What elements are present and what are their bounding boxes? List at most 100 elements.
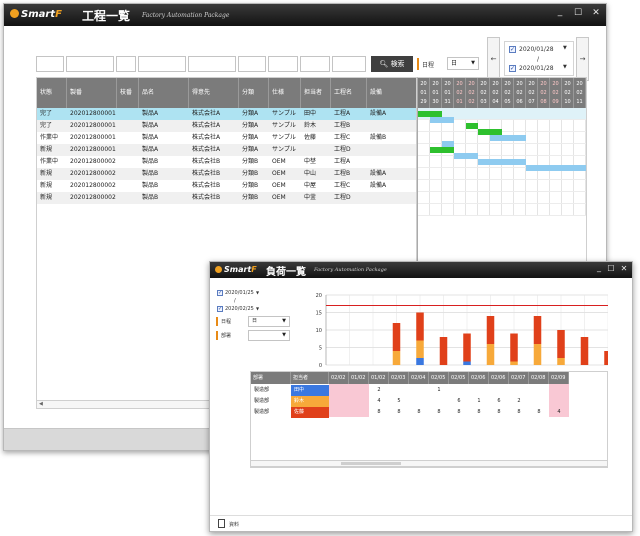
load-column-header[interactable]: 02/05 [429,372,449,384]
date-to-checkbox[interactable]: ✓ [509,65,516,72]
prev-period-button[interactable]: ← [487,37,500,81]
search-button[interactable]: 🔍︎ 検索 [371,56,413,72]
column-header[interactable]: 得意先 [189,78,239,108]
minimize-button[interactable]: _ [554,7,566,17]
load-column-header[interactable]: 02/07 [509,372,529,384]
table-row[interactable]: 新規 202012800002 製品B 株式会社B 分類B OEM 中釜 工程D [37,192,416,204]
chevron-down-icon[interactable]: ▼ [256,306,259,311]
gantt-date-part: 02 [576,90,583,96]
magnifier-icon: 🔍︎ [379,60,389,68]
filter-order-input[interactable] [66,56,114,72]
table-cell: 製品B [142,170,159,177]
filter-person-input[interactable] [300,56,330,72]
table-cell: 株式会社A [192,134,221,141]
table-cell [367,144,416,156]
table-row[interactable]: 完了 202012800001 製品A 株式会社A 分類A サンプル 鈴木 工程B [37,120,416,132]
gantt-bar[interactable] [526,165,586,171]
filter-process-input[interactable] [332,56,366,72]
date-from-checkbox[interactable]: ✓ [509,46,516,53]
column-header[interactable]: 製番 [67,78,117,108]
scroll-thumb[interactable] [341,462,401,465]
table-cell: 株式会社A [192,110,221,117]
load-column-header[interactable]: 担当者 [291,372,329,384]
column-header[interactable]: 工程名 [331,78,367,108]
filter-spec-input[interactable] [268,56,298,72]
gantt-bar[interactable] [490,135,526,141]
gantt-date-part: 02 [492,90,499,96]
date-to-checkbox[interactable]: ✓ [217,306,223,312]
close-button[interactable]: ✕ [590,8,602,18]
chevron-down-icon[interactable]: ▼ [563,45,567,51]
gantt-bar[interactable] [466,123,478,129]
load-column-header[interactable]: 01/02 [369,372,389,384]
gantt-bar[interactable] [454,153,478,159]
chevron-down-icon[interactable]: ▼ [256,290,259,295]
gantt-date-part: 20 [444,81,451,87]
filter-customer-input[interactable] [188,56,236,72]
table-cell: サンプル [272,122,296,129]
column-header[interactable]: 品名 [139,78,189,108]
date-from[interactable]: 2020/01/28 [519,46,554,53]
unit-select[interactable]: 日 ▼ [248,316,290,327]
dept-select[interactable]: ▼ [248,330,290,341]
load-column-header[interactable]: 02/05 [449,372,469,384]
gantt-bar[interactable] [478,159,526,165]
gantt-date-part: 02 [468,90,475,96]
column-header[interactable]: 分類 [239,78,269,108]
table-cell: 設備A [370,170,387,177]
document-icon[interactable] [218,519,225,528]
close-button[interactable]: ✕ [619,264,629,273]
column-header[interactable]: 設備 [367,78,416,108]
gantt-bar[interactable] [430,117,454,123]
load-horizontal-scrollbar[interactable] [250,460,608,467]
next-period-button[interactable]: → [576,37,589,81]
dept-cell: 製造部 [254,398,270,404]
gantt-bar[interactable] [430,147,454,153]
load-column-header[interactable]: 02/03 [389,372,409,384]
table-cell: 田中 [304,110,317,117]
column-header[interactable]: 担当者 [301,78,331,108]
chevron-down-icon: ▼ [282,332,286,338]
load-value-cell [529,396,549,407]
table-row[interactable]: 新規 202012800002 製品B 株式会社B 分類B OEM 中山 工程B 設備A [37,168,416,180]
filter-product-input[interactable] [138,56,186,72]
load-value-cell: 8 [497,409,501,415]
chevron-down-icon[interactable]: ▼ [563,64,567,70]
filter-branch-input[interactable] [116,56,136,72]
date-from-checkbox[interactable]: ✓ [217,290,223,296]
maximize-button[interactable]: ☐ [572,8,584,18]
filter-status-input[interactable] [36,56,64,72]
date-to[interactable]: 2020/02/25 [225,306,254,312]
load-column-header[interactable]: 02/04 [409,372,429,384]
load-column-header[interactable]: 02/02 [329,372,349,384]
table-cell: 202012800001 [70,122,116,129]
load-column-header[interactable]: 02/06 [469,372,489,384]
table-cell: 製品A [142,110,159,117]
column-header[interactable]: 仕様 [269,78,301,108]
column-header[interactable]: 枝番 [117,78,139,108]
date-to[interactable]: 2020/01/28 [519,65,554,72]
gantt-date-header: 20 02 01 [454,78,466,108]
load-column-header[interactable]: 02/09 [549,372,569,384]
table-cell [117,108,139,120]
maximize-button[interactable]: ☐ [606,264,616,273]
table-row[interactable]: 作業中 202012800001 製品A 株式会社A 分類A サンプル 佐藤 工程C 設備B [37,132,416,144]
load-column-header[interactable]: 01/02 [349,372,369,384]
filter-category-input[interactable] [238,56,266,72]
load-value-cell: 5 [397,398,401,404]
load-column-header[interactable]: 02/06 [489,372,509,384]
date-from[interactable]: 2020/01/25 [225,290,254,296]
unit-select[interactable]: 日 ▼ [447,57,479,70]
table-row[interactable]: 新規 202012800002 製品B 株式会社B 分類B OEM 中屋 工程C 設備A [37,180,416,192]
load-column-header[interactable]: 部署 [251,372,291,384]
column-header[interactable]: 状態 [37,78,67,108]
table-cell: 分類B [242,194,259,201]
minimize-button[interactable]: _ [594,263,604,272]
table-row[interactable]: 新規 202012800001 製品A 株式会社A 分類A サンプル 工程D [37,144,416,156]
table-row[interactable]: 完了 202012800001 製品A 株式会社A 分類A サンプル 田中 工程A 設備A [37,108,416,120]
scroll-left-icon[interactable]: ◀ [39,401,43,407]
load-column-header[interactable]: 02/08 [529,372,549,384]
gantt-date-header: 20 01 31 [442,78,454,108]
table-row[interactable]: 作業中 202012800002 製品B 株式会社B 分類B OEM 中埜 工程A [37,156,416,168]
table-cell [367,156,416,168]
